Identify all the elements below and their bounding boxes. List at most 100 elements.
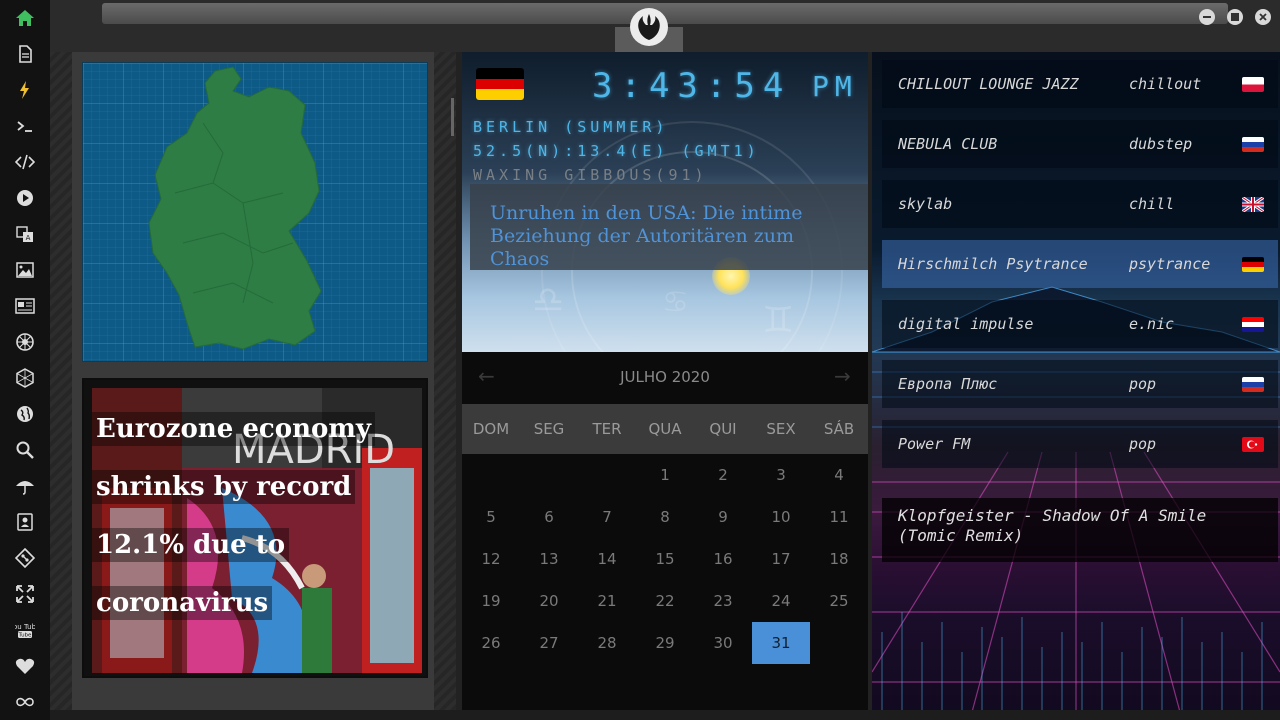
- expand-icon[interactable]: [13, 582, 37, 606]
- calendar-day[interactable]: 21: [578, 580, 636, 622]
- calendar-day[interactable]: 4: [810, 454, 868, 496]
- calendar-prev-icon[interactable]: ←: [478, 364, 495, 388]
- terminal-icon[interactable]: [13, 114, 37, 138]
- scroll-handle[interactable]: [451, 98, 454, 136]
- calendar-day[interactable]: 16: [694, 538, 752, 580]
- middle-column: ♎ ♊ ♋ 3:43:54 PM BERLIN (SUMMER) 52.5(N)…: [462, 52, 868, 712]
- radio-station-row[interactable]: Power FM pop: [882, 420, 1278, 468]
- bottom-strip: [50, 710, 1280, 720]
- infinity-icon[interactable]: [13, 690, 37, 714]
- calendar-day[interactable]: 24: [752, 580, 810, 622]
- maximize-icon[interactable]: [1227, 9, 1243, 25]
- headline-line: Eurozone economy: [92, 412, 375, 446]
- news-card[interactable]: Unruhen in den USA: Die intime Beziehung…: [470, 184, 868, 270]
- calendar-day[interactable]: 9: [694, 496, 752, 538]
- map-panel[interactable]: [82, 62, 428, 362]
- hexagon-icon[interactable]: [13, 366, 37, 390]
- contact-icon[interactable]: [13, 510, 37, 534]
- newspaper-icon[interactable]: [13, 294, 37, 318]
- clock-city: BERLIN (SUMMER): [473, 118, 669, 136]
- globe-icon[interactable]: [13, 402, 37, 426]
- weekday-label: SEG: [533, 420, 565, 438]
- news-card-text[interactable]: Unruhen in den USA: Die intime Beziehung…: [490, 202, 848, 271]
- calendar-day[interactable]: 26: [462, 622, 520, 664]
- calendar-next-icon[interactable]: →: [834, 364, 851, 388]
- radio-panel: CHILLOUT LOUNGE JAZZ chillout NEBULA CLU…: [872, 52, 1280, 712]
- document-icon[interactable]: [13, 42, 37, 66]
- weekday-label: DOM: [472, 420, 510, 438]
- heart-icon[interactable]: [13, 654, 37, 678]
- calendar-day[interactable]: 27: [520, 622, 578, 664]
- station-genre: psytrance: [1129, 255, 1211, 273]
- rebel-icon[interactable]: [13, 330, 37, 354]
- translate-icon[interactable]: A: [13, 222, 37, 246]
- moon-phase: WAXING GIBBOUS(91): [473, 166, 708, 184]
- world-clock-panel: ♎ ♊ ♋ 3:43:54 PM BERLIN (SUMMER) 52.5(N)…: [462, 52, 868, 352]
- calendar-day[interactable]: 13: [520, 538, 578, 580]
- weekday-label: SÁB: [823, 420, 855, 438]
- home-icon[interactable]: [13, 6, 37, 30]
- headline-line: coronavirus: [92, 586, 273, 620]
- calendar-day[interactable]: 3: [752, 454, 810, 496]
- calendar-day[interactable]: 15: [636, 538, 694, 580]
- germany-flag-icon: [1242, 256, 1264, 272]
- clock-ampm: PM: [812, 70, 858, 103]
- calendar-day[interactable]: 20: [520, 580, 578, 622]
- calendar-day[interactable]: 12: [462, 538, 520, 580]
- radio-station-row[interactable]: NEBULA CLUB dubstep: [882, 120, 1278, 168]
- station-genre: dubstep: [1129, 135, 1193, 153]
- youtube-icon[interactable]: You Tube Tube: [13, 618, 37, 642]
- headline-line: 12.1% due to: [92, 528, 290, 562]
- umbrella-icon[interactable]: [13, 474, 37, 498]
- news-photo-headline[interactable]: Eurozone economy shrinks by record 12.1%…: [84, 400, 424, 632]
- calendar-header: ← JULHO 2020 →: [462, 352, 868, 402]
- calendar-day[interactable]: 19: [462, 580, 520, 622]
- station-name: Европа Плюс: [898, 375, 998, 393]
- radio-station-row[interactable]: digital impulse e.nic: [882, 300, 1278, 348]
- calendar-day[interactable]: 29: [636, 622, 694, 664]
- radio-station-row[interactable]: Европа Плюс pop: [882, 360, 1278, 408]
- calendar-day[interactable]: 28: [578, 622, 636, 664]
- calendar-day[interactable]: 17: [752, 538, 810, 580]
- station-name: Power FM: [898, 435, 971, 453]
- calendar-day[interactable]: 25: [810, 580, 868, 622]
- calendar-day[interactable]: 22: [636, 580, 694, 622]
- calendar-day[interactable]: 1: [636, 454, 694, 496]
- calendar-day[interactable]: 5: [462, 496, 520, 538]
- calendar-day[interactable]: 10: [752, 496, 810, 538]
- image-icon[interactable]: [13, 258, 37, 282]
- poland-flag-icon: [1242, 76, 1264, 92]
- minimize-icon[interactable]: [1199, 9, 1215, 25]
- calendar-day[interactable]: 14: [578, 538, 636, 580]
- calendar-day[interactable]: 18: [810, 538, 868, 580]
- close-icon[interactable]: [1255, 9, 1271, 25]
- news-photo-panel[interactable]: MADRID Eurozone economy shrinks by recor…: [82, 378, 428, 678]
- germany-shape: [148, 66, 322, 350]
- calendar-day-today[interactable]: 31: [752, 622, 810, 664]
- calendar-day[interactable]: 8: [636, 496, 694, 538]
- youtube-label-top: You Tube: [15, 623, 35, 631]
- radio-station-row[interactable]: CHILLOUT LOUNGE JAZZ chillout: [882, 60, 1278, 108]
- play-icon[interactable]: [13, 186, 37, 210]
- calendar-day[interactable]: 7: [578, 496, 636, 538]
- search-icon[interactable]: [13, 438, 37, 462]
- git-icon[interactable]: [13, 546, 37, 570]
- calendar-day[interactable]: 11: [810, 496, 868, 538]
- code-icon[interactable]: [13, 150, 37, 174]
- rebel-alliance-logo[interactable]: [630, 8, 668, 46]
- germany-map: [148, 66, 322, 350]
- calendar-day[interactable]: 6: [520, 496, 578, 538]
- station-name: Hirschmilch Psytrance: [898, 255, 1088, 273]
- radio-station-row[interactable]: skylab chill: [882, 180, 1278, 228]
- svg-text:A: A: [26, 234, 31, 242]
- station-name: digital impulse: [898, 315, 1034, 333]
- station-name: CHILLOUT LOUNGE JAZZ: [898, 75, 1079, 93]
- radio-station-row-active[interactable]: Hirschmilch Psytrance psytrance: [882, 240, 1278, 288]
- calendar-day[interactable]: 2: [694, 454, 752, 496]
- russia-flag-icon: [1242, 376, 1264, 392]
- calendar-day[interactable]: 23: [694, 580, 752, 622]
- lightning-icon[interactable]: [13, 78, 37, 102]
- clock-time: 3:43:54: [592, 66, 792, 106]
- calendar-day[interactable]: 30: [694, 622, 752, 664]
- calendar: ← JULHO 2020 → DOM SEG TER QUA QUI SEX S…: [462, 352, 868, 712]
